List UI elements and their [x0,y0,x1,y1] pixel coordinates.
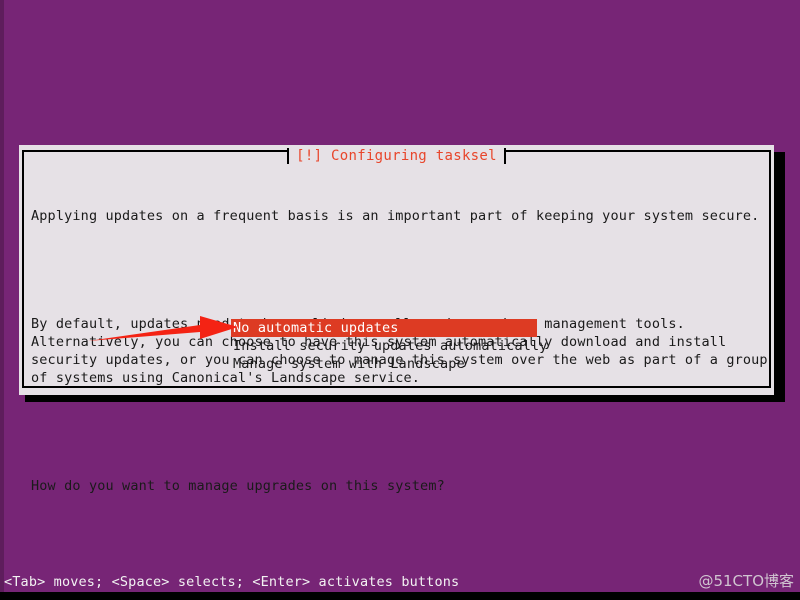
configuring-tasksel-dialog: Applying updates on a frequent basis is … [19,145,774,494]
screen-bottom-black-strip [0,592,800,600]
dialog-paragraph-1: Applying updates on a frequent basis is … [31,208,760,224]
option-install-security-updates-automatically[interactable]: Install security updates automatically [231,337,550,355]
paragraph-spacer-2 [31,423,762,441]
dialog-question: How do you want to manage upgrades on th… [31,478,445,494]
screen-left-edge-strip [0,0,4,600]
option-no-automatic-updates[interactable]: No automatic updates [231,319,537,337]
keyboard-help-bar: <Tab> moves; <Space> selects; <Enter> ac… [4,574,460,590]
terminal-screen: Applying updates on a frequent basis is … [0,0,800,600]
option-manage-system-with-landscape[interactable]: Manage system with Landscape [231,355,550,373]
paragraph-spacer-1 [31,261,762,279]
watermark-label: @51CTO博客 [698,572,794,590]
upgrade-policy-option-list[interactable]: No automatic updates Install security up… [231,319,550,373]
